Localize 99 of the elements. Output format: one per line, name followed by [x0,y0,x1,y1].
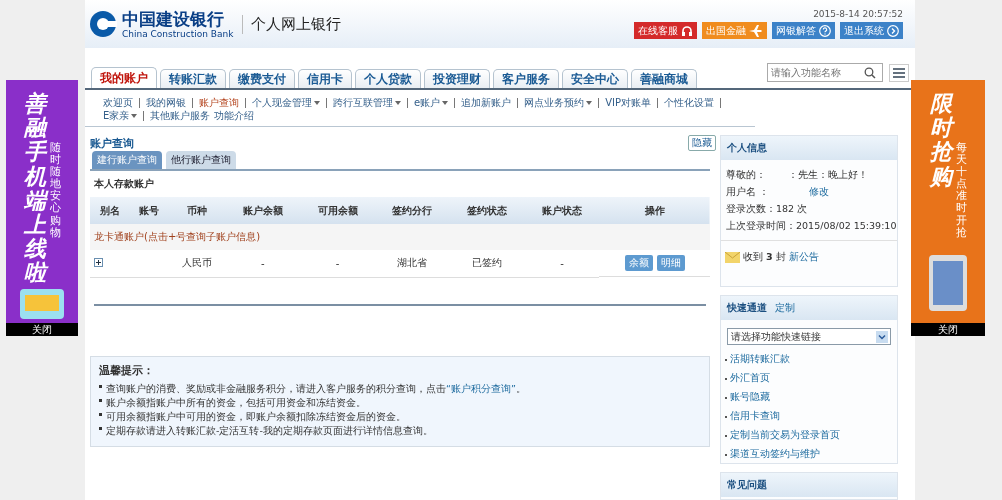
nav-tab[interactable]: 信用卡 [298,69,352,88]
header-button[interactable]: 在线客服 [634,22,697,39]
column-header: 币种 [168,197,226,224]
nav-tab[interactable]: 缴费支付 [229,69,295,88]
close-link[interactable]: 关闭 [6,323,78,336]
expand-icon[interactable] [94,257,103,267]
subnav-link[interactable]: 其他账户服务 [150,109,211,122]
table-cell: - [225,250,301,277]
points-link[interactable]: “账户积分查询” [446,382,516,394]
account-group-label: 龙卡通账户(点击+号查询子账户信息) [90,224,710,250]
bank-logo-icon [89,10,117,38]
tip-text: 查询账户的消费、奖励或非金融服务积分，请进入客户服务的积分查询，点击“账户积分查询”。 [106,381,526,396]
quick-link[interactable]: 活期转账汇款 [730,353,790,364]
ad-tagline: 每天十点准时开抢 [955,142,967,241]
subnav-link[interactable]: 网点业务预约 [524,96,593,109]
nav-tab[interactable]: 转账汇款 [160,69,226,88]
bullet-icon [99,412,102,416]
subnav-link[interactable]: E家亲 [103,109,138,122]
card-title: 常见问题 [721,473,897,497]
quick-link[interactable]: 定制当前交易为登录首页 [730,429,840,440]
table-cell: 人民币 [168,250,226,277]
card-title: 个人信息 [721,136,897,160]
headset-icon [681,24,693,37]
subnav-link[interactable]: 跨行互联管理 [333,96,401,109]
subnav-link[interactable]: VIP对账单 [605,96,651,109]
column-header: 签约分行 [375,197,450,224]
ad-tagline: 随时随地安心购物 [49,142,61,241]
subnav-link[interactable]: 追加新账户 [461,96,512,109]
table-cell: 已签约 [449,250,525,277]
nav-tab[interactable]: 善融商城 [631,69,697,88]
nav-tab[interactable]: 个人贷款 [355,69,421,88]
sub-tab[interactable]: 他行账户查询 [166,151,236,169]
notice-link[interactable]: 新公告 [788,251,819,264]
nav-tab[interactable]: 客户服务 [493,69,559,88]
plane-icon [749,24,763,37]
section-title: 本人存款账户 [93,177,155,191]
caret-icon [314,100,320,105]
notice-text: 收到 3 封 [743,251,786,264]
bullet-icon [99,384,102,388]
card-title: 快速通道 [727,302,767,313]
header-button[interactable]: 退出系统 [840,22,903,39]
quick-link[interactable]: 账号隐藏 [730,391,770,402]
phone-icon [17,287,67,321]
table-cell: - [524,250,600,277]
page-title: 账户查询 [90,135,134,151]
subnav-link[interactable]: 个人现金管理 [252,96,320,109]
search-field[interactable]: 请输入功能名称 [767,63,883,82]
envelope-icon [725,252,740,263]
column-header: 别名 [90,197,130,224]
customize-link[interactable]: 定制 [775,302,795,313]
caret-icon [131,113,138,118]
menu-button[interactable] [889,64,909,82]
hide-button[interactable]: 隐藏 [688,135,716,151]
caret-icon [442,100,449,105]
quick-link-select[interactable]: 请选择功能快速链接 [727,328,891,345]
tips-title: 温馨提示： [99,362,155,378]
quick-link[interactable]: 信用卡查询 [730,410,780,421]
quick-link[interactable]: 渠道互动签约与维护 [730,448,820,459]
column-header: 签约状态 [449,197,525,224]
header-button[interactable]: 网银解答 [772,22,835,39]
column-header: 账户余额 [225,197,301,224]
column-header: 可用余额 [300,197,375,224]
column-header: 账户状态 [524,197,600,224]
table-cell: - [300,250,375,277]
subnav-link[interactable]: 账户查询 [199,96,239,109]
search-icon [864,66,876,79]
bank-name-en: China Construction Bank [122,28,234,39]
column-header: 操作 [599,197,710,224]
table-cell: 湖北省 [375,250,450,277]
column-header: 账号 [129,197,169,224]
bullet-icon [99,398,102,402]
product-name: 个人网上银行 [242,14,342,34]
subnav-link[interactable]: e账户 [414,96,449,109]
tip-text: 账户余额指账户中所有的资金，包括可用资金和冻结资金。 [106,395,366,410]
tip-text: 可用余额指账户中可用的资金，即账户余额扣除冻结资金后的资金。 [106,409,406,424]
help-icon [819,24,831,37]
bank-name: 中国建设银行 [122,9,225,29]
subnav-link[interactable]: 我的网银 [146,96,186,109]
subnav-link[interactable]: 个性化设置 [664,96,714,109]
nav-tab[interactable]: 投资理财 [424,69,490,88]
caret-icon [876,330,888,343]
subnav-link[interactable]: 欢迎页 [103,96,133,109]
quick-link[interactable]: 外汇首页 [730,372,770,383]
caret-icon [395,100,401,105]
caret-icon [586,100,593,105]
login-count: 登录次数：182 次 [726,203,808,214]
last-login: 上次登录时间：2015/08/02 15:39:10 [726,220,897,231]
greeting-text: ：先生：晚上好！ [788,169,868,180]
menu-icon [893,68,905,78]
nav-tab[interactable]: 安全中心 [562,69,628,88]
edit-link[interactable]: 修改 [809,186,830,197]
greeting-label: 尊敬的： [726,169,766,180]
subnav-link[interactable]: 功能介绍 [214,109,255,122]
username-label: 用户名 ： [726,186,770,197]
close-link[interactable]: 关闭 [911,323,985,336]
nav-tab[interactable]: 我的账户 [91,67,157,88]
tip-text: 定期存款请进入转账汇款-定活互转-我的定期存款页面进行详情信息查询。 [106,423,433,438]
bullet-icon [99,426,102,430]
datetime: 2015-8-14 20:57:52 [813,9,903,19]
